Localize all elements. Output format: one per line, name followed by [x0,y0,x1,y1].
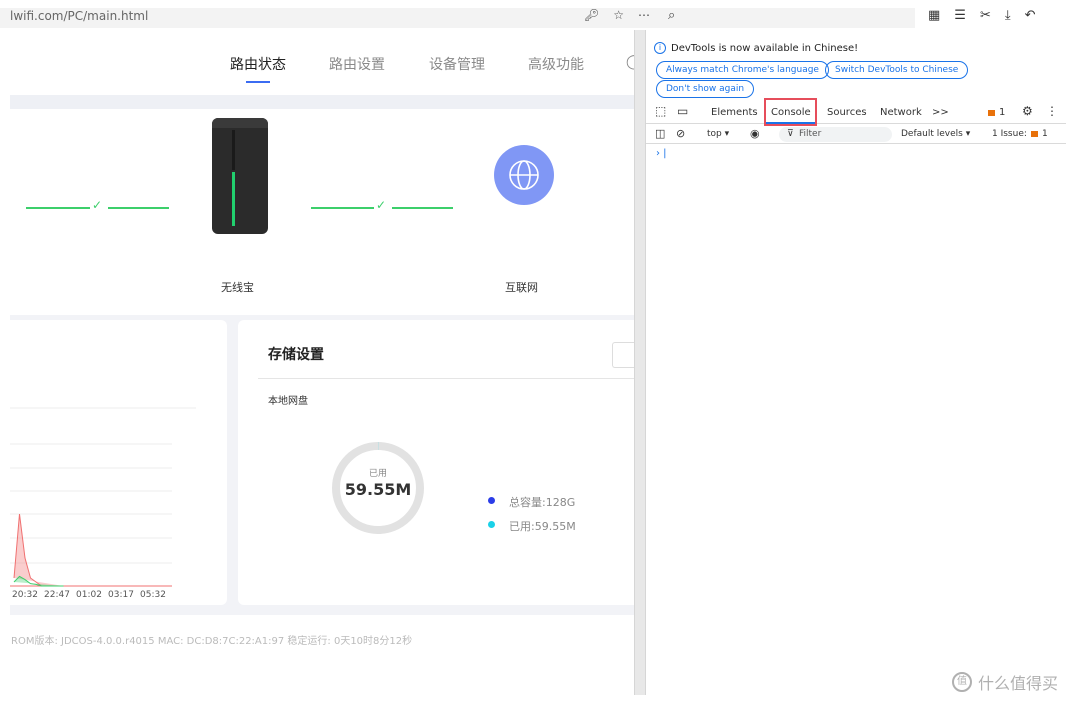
filter-placeholder: Filter [799,129,822,139]
sidebar-toggle-icon[interactable]: ◫ [655,127,665,140]
issues-flag-icon [1031,131,1038,137]
tab-network[interactable]: Network [880,107,922,118]
connection-line [26,207,90,209]
watermark-text: 什么值得买 [978,674,1059,693]
search-box[interactable] [660,8,915,28]
x-tick-label: 05:32 [140,590,166,600]
donut-used-label: 已用 [368,469,387,479]
watermark-logo-icon: 值 [952,672,972,692]
globe-icon [494,145,554,205]
page-divider [10,95,634,109]
legend-total-dot [488,497,495,504]
scissors-icon[interactable]: ✂ [980,8,991,23]
console-prompt[interactable]: › | [656,148,667,159]
issues-link[interactable]: 1 Issue: [992,129,1027,139]
download-icon[interactable]: ⤓ [1005,8,1011,23]
legend-used-dot [488,521,495,528]
check-icon: ✓ [376,198,387,212]
url-text[interactable]: lwifi.com/PC/main.html [10,9,148,23]
undo-icon[interactable]: ↶ [1025,8,1036,23]
grid-icon[interactable]: ▦ [928,8,940,23]
nav-router-settings[interactable]: 路由设置 [329,54,385,74]
router-led [232,172,235,226]
x-tick-label: 22:47 [44,590,70,600]
dont-show-again-button[interactable]: Don't show again [656,80,755,98]
toolbar-icons: ▦ ☰ ✂ ⤓ ↶ [928,8,1036,23]
match-language-button[interactable]: Always match Chrome's language [656,61,829,79]
info-icon: i [654,42,666,54]
connection-line [108,207,169,209]
legend-total-text: 总容量:128G [509,496,576,509]
devtools-splitter[interactable] [634,30,646,695]
switch-chinese-button[interactable]: Switch DevTools to Chinese [825,61,969,79]
tab-elements[interactable]: Elements [711,107,758,118]
connection-line [311,207,374,209]
x-tick-label: 03:17 [108,590,134,600]
traffic-chart [10,407,196,587]
x-tick-label: 01:02 [76,590,102,600]
issues-badge-icon [988,110,995,116]
nav-active-indicator [246,81,270,83]
collections-icon[interactable]: ☰ [954,8,966,23]
filter-icon: ⊽ [787,129,794,139]
connection-line [392,207,453,209]
inspect-icon[interactable]: ⬚ [655,104,666,118]
footer-info: ROM版本: JDCOS-4.0.0.r4015 MAC: DC:D8:7C:2… [11,636,413,647]
series-line-0 [13,513,64,587]
local-disk-label: 本地网盘 [268,396,308,407]
router-slot [232,130,235,170]
devtools-language-notice: DevTools is now available in Chinese! [671,43,859,54]
topology-panel [10,109,634,345]
tab-sources[interactable]: Sources [827,107,867,118]
series-line-1 [13,575,64,587]
nav-advanced[interactable]: 高级功能 [528,54,584,74]
device-toolbar-icon[interactable]: ▭ [677,104,688,118]
more-icon[interactable]: ⋯ [638,8,650,22]
nav-device-management[interactable]: 设备管理 [429,54,485,74]
log-levels-dropdown[interactable]: Default levels ▾ [901,129,970,139]
divider [258,378,634,379]
context-selector[interactable]: top ▾ [707,129,729,139]
legend-used-text: 已用:59.55M [509,520,576,533]
router-device-image [212,118,268,234]
router-label: 无线宝 [221,281,254,294]
internet-label: 互联网 [505,281,538,294]
donut-used-value: 59.55M [344,480,412,499]
router-top [212,118,268,128]
watermark: 值 什么值得买 [952,670,1058,694]
nav-router-status[interactable]: 路由状态 [230,54,286,74]
x-tick-label: 20:32 [12,590,38,600]
search-icon[interactable]: ⌕ [668,8,675,23]
storage-settings-button[interactable] [612,342,634,368]
key-icon[interactable]: 🔑︎ [584,8,599,22]
more-tabs-icon[interactable]: >> [932,107,949,118]
issues-badge-count[interactable]: 1 [999,107,1005,118]
star-icon[interactable]: ☆ [613,8,624,22]
clear-console-icon[interactable]: ⊘ [676,127,685,140]
gear-icon[interactable]: ⚙ [1022,104,1033,118]
storage-title: 存储设置 [268,347,324,363]
kebab-menu-icon[interactable]: ⋮ [1046,104,1058,118]
nav-overflow-icon[interactable]: ◯ [626,54,634,70]
issues-count[interactable]: 1 [1042,129,1048,139]
eye-icon[interactable]: ◉ [750,127,760,140]
address-bar-icons: 🔑︎ ☆ ⋯ [584,8,650,22]
check-icon: ✓ [92,198,103,212]
filter-input[interactable] [779,127,892,142]
